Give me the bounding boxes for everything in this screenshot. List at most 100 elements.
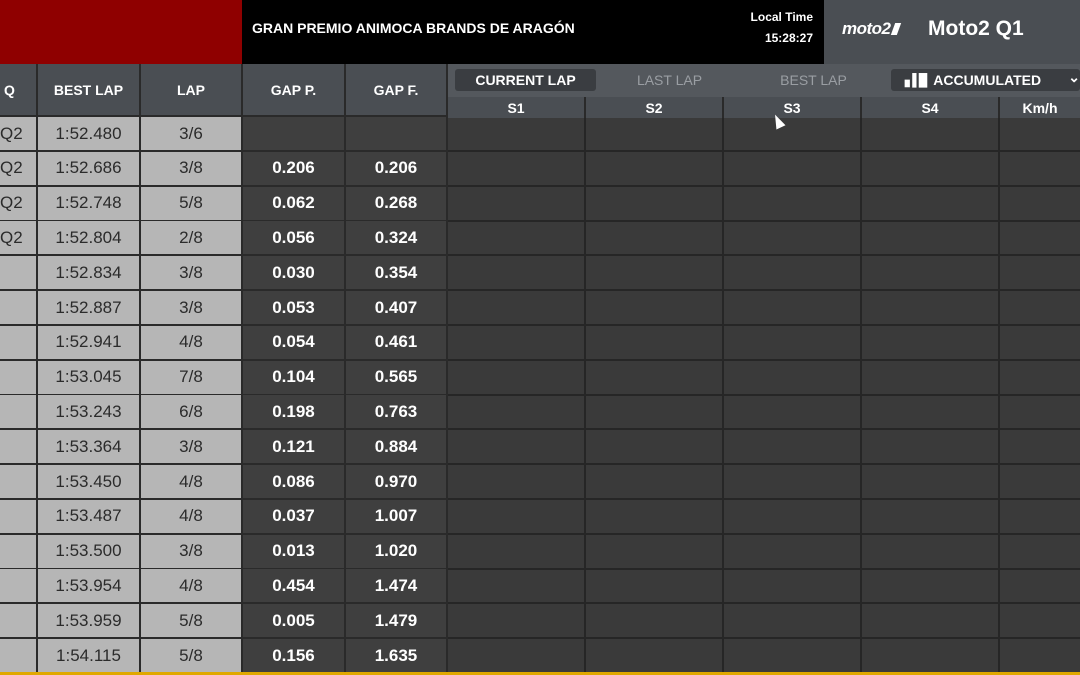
accumulated-dropdown[interactable]: ▖▌█ ACCUMULATED ⌄ xyxy=(891,69,1080,91)
cell-gap-f: 1.007 xyxy=(346,499,446,533)
cell-lap: 2/8 xyxy=(141,221,241,255)
accumulated-label: ACCUMULATED xyxy=(933,72,1042,88)
cell-lap: 5/8 xyxy=(141,639,241,672)
cell-best: 1:52.804 xyxy=(38,221,139,255)
sector-header-s1[interactable]: S1 xyxy=(448,97,586,118)
cell-lap: 3/8 xyxy=(141,151,241,185)
sector-column-s3 xyxy=(724,118,862,675)
cell-best: 1:53.500 xyxy=(38,534,139,568)
cell-q xyxy=(0,604,36,638)
sector-header-s3[interactable]: S3 xyxy=(724,97,862,118)
cell-gap-p: 0.454 xyxy=(243,569,344,603)
cell-gap-p: 0.062 xyxy=(243,186,344,220)
cell-q xyxy=(0,256,36,290)
grid-row-divider xyxy=(448,358,1080,361)
cell-gap-p: 0.206 xyxy=(243,151,344,185)
tab-best-lap[interactable]: BEST LAP xyxy=(742,69,885,91)
sector-column-speed xyxy=(1000,118,1080,675)
sector-header-s4[interactable]: S4 xyxy=(862,97,1000,118)
table-row[interactable]: 1:52.887 3/8 0.053 0.407 xyxy=(0,291,447,324)
cell-gap-f: 1.479 xyxy=(346,604,446,638)
signal-icon: ▖▌█ xyxy=(905,73,927,87)
table-row[interactable]: 1:52.941 4/8 0.054 0.461 xyxy=(0,325,447,359)
cell-lap: 3/8 xyxy=(141,256,241,290)
cell-gap-p xyxy=(243,117,344,150)
cell-gap-p: 0.156 xyxy=(243,639,344,672)
sector-header-s2[interactable]: S2 xyxy=(586,97,724,118)
table-row[interactable]: 1:53.045 7/8 0.104 0.565 xyxy=(0,360,447,394)
cell-q xyxy=(0,360,36,394)
column-header-lap[interactable]: LAP xyxy=(141,64,243,115)
moto2-logo-text: moto2 xyxy=(842,19,891,38)
cell-q xyxy=(0,465,36,498)
cell-best: 1:53.954 xyxy=(38,569,139,603)
cell-lap: 5/8 xyxy=(141,186,241,220)
table-row[interactable]: 1:53.500 3/8 0.013 1.020 xyxy=(0,534,447,568)
header-bar: GRAN PREMIO ANIMOCA BRANDS DE ARAGÓN Loc… xyxy=(0,0,1080,64)
table-row[interactable]: 1:53.243 6/8 0.198 0.763 xyxy=(0,395,447,429)
table-row[interactable]: 1:53.364 3/8 0.121 0.884 xyxy=(0,430,447,464)
table-row[interactable]: 1:53.487 4/8 0.037 1.007 xyxy=(0,499,447,533)
cell-gap-p: 0.013 xyxy=(243,534,344,568)
cell-gap-p: 0.037 xyxy=(243,499,344,533)
table-row[interactable]: 1:53.450 4/8 0.086 0.970 xyxy=(0,465,447,498)
grid-row-divider xyxy=(448,324,1080,326)
cell-gap-p: 0.121 xyxy=(243,430,344,464)
session-title: Moto2 Q1 xyxy=(928,17,1024,40)
table-row[interactable]: Q2 1:52.686 3/8 0.206 0.206 xyxy=(0,151,447,185)
cell-gap-f: 0.763 xyxy=(346,395,446,429)
lap-view-tabbar: CURRENT LAP LAST LAP BEST LAP ▖▌█ ACCUMU… xyxy=(448,64,1080,97)
event-title: GRAN PREMIO ANIMOCA BRANDS DE ARAGÓN xyxy=(252,20,575,36)
grid-row-divider xyxy=(448,289,1080,292)
cell-lap: 3/8 xyxy=(141,291,241,324)
local-time-label: Local Time xyxy=(750,10,813,24)
column-header-q[interactable]: Q xyxy=(0,64,38,115)
cell-q xyxy=(0,395,36,429)
cell-lap: 6/8 xyxy=(141,395,241,429)
cell-gap-f xyxy=(346,117,446,150)
grid-row-divider xyxy=(448,254,1080,257)
table-row[interactable]: Q2 1:52.804 2/8 0.056 0.324 xyxy=(0,221,447,255)
table-row[interactable]: 1:53.954 4/8 0.454 1.474 xyxy=(0,569,447,603)
cell-lap: 5/8 xyxy=(141,604,241,638)
cell-best: 1:53.487 xyxy=(38,499,139,533)
tab-last-lap[interactable]: LAST LAP xyxy=(598,69,741,91)
moto2-logo: moto2 xyxy=(842,19,901,39)
grid-row-divider xyxy=(448,498,1080,500)
table-row[interactable]: 1:53.959 5/8 0.005 1.479 xyxy=(0,604,447,638)
cell-gap-p: 0.104 xyxy=(243,360,344,394)
table-row[interactable]: 1:52.834 3/8 0.030 0.354 xyxy=(0,256,447,290)
cell-gap-p: 0.005 xyxy=(243,604,344,638)
cell-q: Q2 xyxy=(0,117,36,150)
cell-lap: 4/8 xyxy=(141,569,241,603)
grid-row-divider xyxy=(448,393,1080,396)
grid-row-divider xyxy=(448,637,1080,640)
cell-gap-f: 1.635 xyxy=(346,639,446,672)
table-row[interactable]: Q2 1:52.480 3/6 xyxy=(0,117,447,150)
cell-q xyxy=(0,499,36,533)
tab-current-lap[interactable]: CURRENT LAP xyxy=(455,69,596,91)
grid-row-divider xyxy=(448,150,1080,152)
grid-row-divider xyxy=(448,219,1080,222)
column-header-gap-p[interactable]: GAP P. xyxy=(243,64,346,115)
cell-gap-p: 0.086 xyxy=(243,465,344,498)
cell-best: 1:53.364 xyxy=(38,430,139,464)
table-row[interactable]: 1:54.115 5/8 0.156 1.635 xyxy=(0,639,447,672)
cell-gap-f: 0.884 xyxy=(346,430,446,464)
cell-best: 1:52.748 xyxy=(38,186,139,220)
cell-gap-f: 0.354 xyxy=(346,256,446,290)
cell-q: Q2 xyxy=(0,186,36,220)
sector-column-s4 xyxy=(862,118,1000,675)
sector-header-speed[interactable]: Km/h xyxy=(1000,97,1080,118)
cell-q xyxy=(0,639,36,672)
column-header-best-lap[interactable]: BEST LAP xyxy=(38,64,141,115)
table-row[interactable]: Q2 1:52.748 5/8 0.062 0.268 xyxy=(0,186,447,220)
cell-lap: 4/8 xyxy=(141,499,241,533)
column-header-gap-f[interactable]: GAP F. xyxy=(346,64,448,115)
cell-gap-p: 0.054 xyxy=(243,325,344,359)
cell-q xyxy=(0,430,36,464)
cell-lap: 7/8 xyxy=(141,360,241,394)
cell-best: 1:53.243 xyxy=(38,395,139,429)
moto2-logo-mark xyxy=(890,23,901,35)
cell-gap-f: 0.324 xyxy=(346,221,446,255)
